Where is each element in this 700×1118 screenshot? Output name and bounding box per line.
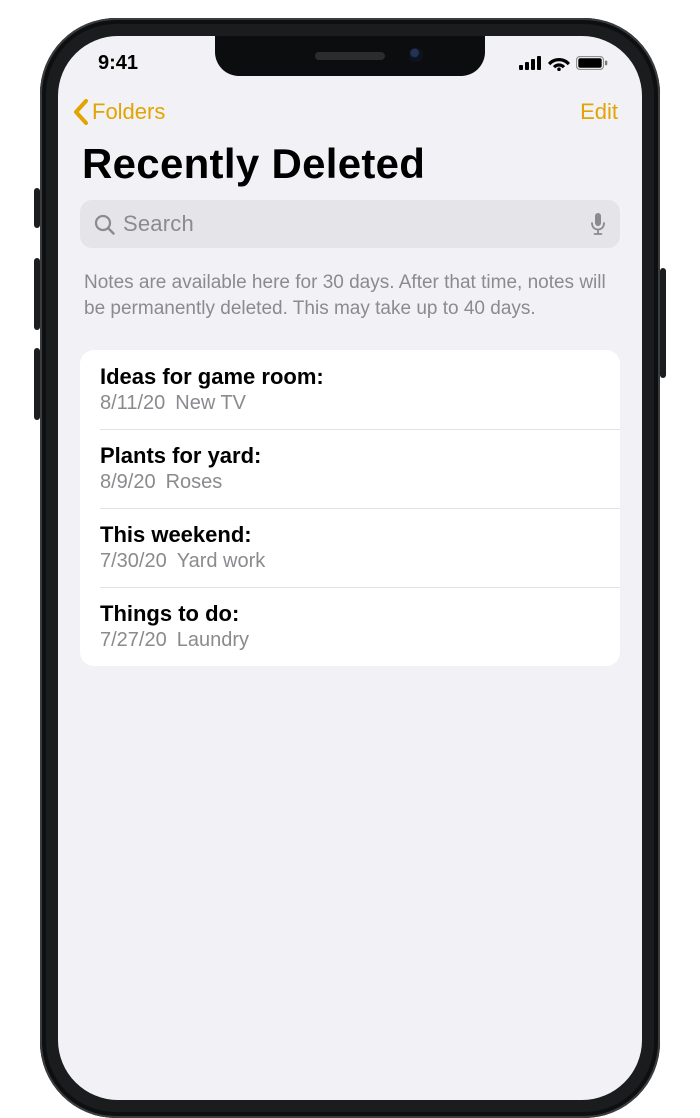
note-date: 7/30/20 xyxy=(100,550,167,572)
note-title: Things to do: xyxy=(100,601,600,627)
notch xyxy=(215,36,485,76)
note-date: 7/27/20 xyxy=(100,629,167,651)
search-placeholder: Search xyxy=(123,211,582,237)
note-preview: Yard work xyxy=(177,550,266,572)
note-date: 8/11/20 xyxy=(100,392,165,414)
status-indicators xyxy=(519,55,608,71)
front-camera xyxy=(409,48,423,62)
search-icon xyxy=(94,214,115,235)
note-row[interactable]: This weekend: 7/30/20 Yard work xyxy=(80,508,620,587)
note-subtitle: 8/9/20 Roses xyxy=(100,471,600,494)
phone-frame: 9:41 xyxy=(40,18,660,1118)
note-subtitle: 8/11/20 New TV xyxy=(100,392,600,415)
notes-list: Ideas for game room: 8/11/20 New TV Plant… xyxy=(80,350,620,666)
wifi-icon xyxy=(548,55,570,71)
edit-button[interactable]: Edit xyxy=(580,99,618,125)
back-button[interactable]: Folders xyxy=(72,98,165,126)
note-row[interactable]: Plants for yard: 8/9/20 Roses xyxy=(80,429,620,508)
note-row[interactable]: Ideas for game room: 8/11/20 New TV xyxy=(80,350,620,429)
note-title: Plants for yard: xyxy=(100,443,600,469)
note-subtitle: 7/30/20 Yard work xyxy=(100,550,600,573)
speaker-grille xyxy=(315,52,385,60)
battery-icon xyxy=(576,56,608,70)
back-label: Folders xyxy=(92,99,165,125)
dictation-icon[interactable] xyxy=(590,212,606,236)
note-date: 8/9/20 xyxy=(100,471,156,493)
page-title: Recently Deleted xyxy=(58,134,642,200)
info-text: Notes are available here for 30 days. Af… xyxy=(58,262,642,350)
note-title: Ideas for game room: xyxy=(100,364,600,390)
note-preview: New TV xyxy=(175,392,246,414)
chevron-left-icon xyxy=(72,98,90,126)
screen: 9:41 xyxy=(58,36,642,1100)
cellular-icon xyxy=(519,56,542,70)
note-preview: Laundry xyxy=(177,629,249,651)
nav-bar: Folders Edit xyxy=(58,90,642,134)
note-subtitle: 7/27/20 Laundry xyxy=(100,629,600,652)
note-preview: Roses xyxy=(166,471,223,493)
note-row[interactable]: Things to do: 7/27/20 Laundry xyxy=(80,587,620,666)
search-input[interactable]: Search xyxy=(80,200,620,248)
note-title: This weekend: xyxy=(100,522,600,548)
status-time: 9:41 xyxy=(98,52,138,75)
